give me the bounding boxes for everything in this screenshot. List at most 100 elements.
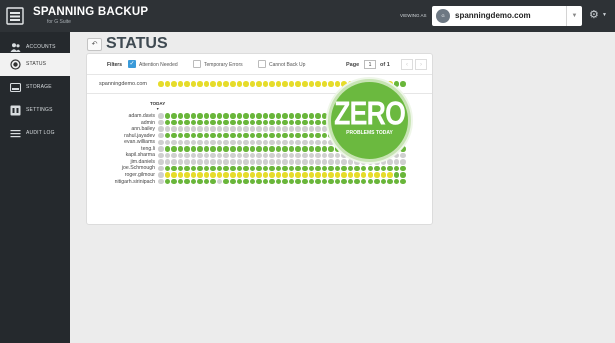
status-dot-success[interactable] [171,132,177,139]
gear-icon[interactable]: ⚙ [589,9,599,21]
status-dot-success[interactable] [341,178,347,185]
status-dot-success[interactable] [295,119,301,126]
status-dot-warning[interactable] [197,172,203,178]
status-dot-success[interactable] [341,165,347,172]
status-dot-warning[interactable] [315,81,321,87]
status-dot-warning[interactable] [328,81,334,87]
user-row-label[interactable]: rahul.jayadev [87,133,155,139]
status-dot-success[interactable] [197,113,203,119]
status-dot-none[interactable] [177,139,184,145]
user-row-label[interactable]: jim.daniels [87,159,155,165]
user-row-label[interactable]: kapil.sharma [87,152,155,158]
status-dot-warning[interactable] [387,172,393,178]
status-dot-success[interactable] [262,146,269,152]
status-dot-success[interactable] [197,165,203,172]
status-dot-none[interactable] [275,159,282,165]
status-dot-warning[interactable] [197,81,203,87]
status-dot-none[interactable] [315,159,321,165]
status-dot-success[interactable] [328,165,334,172]
status-dot-warning[interactable] [347,172,354,178]
status-dot-success[interactable] [243,113,249,119]
status-dot-success[interactable] [308,165,315,172]
user-row-label[interactable]: evan.williams [87,139,155,145]
status-dot-success[interactable] [308,119,315,126]
status-dot-none[interactable] [164,152,171,159]
user-row-label[interactable]: ann.bailey [87,126,155,132]
status-dot-none[interactable] [197,159,203,165]
status-dot-warning[interactable] [230,172,236,178]
status-dot-none[interactable] [216,126,223,132]
domain-selector[interactable]: G spanningdemo.com ▼ [432,6,582,26]
status-dot-success[interactable] [184,132,190,139]
status-dot-success[interactable] [354,178,360,185]
status-dot-none[interactable] [400,159,406,165]
status-dot-none[interactable] [158,146,164,152]
status-dot-none[interactable] [262,159,269,165]
status-dot-success[interactable] [256,119,262,126]
status-dot-warning[interactable] [334,172,341,178]
chevron-down-icon[interactable]: ▼ [566,6,582,26]
status-dot-success[interactable] [177,132,184,139]
status-dot-success[interactable] [315,165,321,172]
status-dot-success[interactable] [374,165,380,172]
status-dot-warning[interactable] [334,81,341,87]
status-dot-success[interactable] [308,146,315,152]
status-dot-none[interactable] [158,152,164,159]
status-dot-none[interactable] [210,152,216,159]
status-dot-none[interactable] [295,126,301,132]
status-dot-none[interactable] [288,152,295,159]
status-dot-warning[interactable] [302,81,308,87]
status-dot-success[interactable] [216,113,223,119]
status-dot-none[interactable] [158,113,164,119]
status-dot-none[interactable] [275,139,282,145]
status-dot-none[interactable] [256,159,262,165]
status-dot-success[interactable] [315,119,321,126]
status-dot-warning[interactable] [216,81,223,87]
status-dot-success[interactable] [269,165,275,172]
status-dot-success[interactable] [269,132,275,139]
status-dot-none[interactable] [308,126,315,132]
status-dot-success[interactable] [380,165,387,172]
status-dot-none[interactable] [216,178,223,185]
status-dot-warning[interactable] [177,172,184,178]
status-dot-warning[interactable] [171,81,177,87]
status-dot-success[interactable] [315,178,321,185]
status-dot-success[interactable] [400,81,406,87]
status-dot-success[interactable] [249,119,256,126]
status-dot-warning[interactable] [190,81,197,87]
status-dot-success[interactable] [171,113,177,119]
status-dot-none[interactable] [158,165,164,172]
status-dot-none[interactable] [171,126,177,132]
status-dot-success[interactable] [190,165,197,172]
status-dot-success[interactable] [249,146,256,152]
status-dot-success[interactable] [360,178,367,185]
status-dot-success[interactable] [223,132,229,139]
status-dot-none[interactable] [295,139,301,145]
status-dot-success[interactable] [328,146,334,152]
status-dot-success[interactable] [400,172,406,178]
status-dot-success[interactable] [249,165,256,172]
status-dot-warning[interactable] [295,172,301,178]
status-dot-warning[interactable] [256,81,262,87]
status-dot-success[interactable] [256,113,262,119]
status-dot-success[interactable] [321,119,328,126]
status-dot-none[interactable] [230,152,236,159]
status-dot-success[interactable] [256,146,262,152]
status-dot-none[interactable] [269,159,275,165]
status-dot-success[interactable] [321,146,328,152]
status-dot-success[interactable] [393,81,400,87]
status-dot-success[interactable] [184,146,190,152]
status-dot-success[interactable] [302,165,308,172]
status-dot-success[interactable] [184,113,190,119]
status-dot-success[interactable] [269,119,275,126]
status-dot-none[interactable] [171,139,177,145]
status-dot-none[interactable] [295,152,301,159]
sidebar-item-status[interactable]: STATUS [0,53,70,76]
status-dot-warning[interactable] [243,81,249,87]
status-dot-none[interactable] [243,152,249,159]
status-dot-success[interactable] [243,119,249,126]
status-dot-none[interactable] [328,159,334,165]
status-dot-none[interactable] [347,159,354,165]
status-dot-success[interactable] [295,132,301,139]
status-dot-success[interactable] [243,132,249,139]
